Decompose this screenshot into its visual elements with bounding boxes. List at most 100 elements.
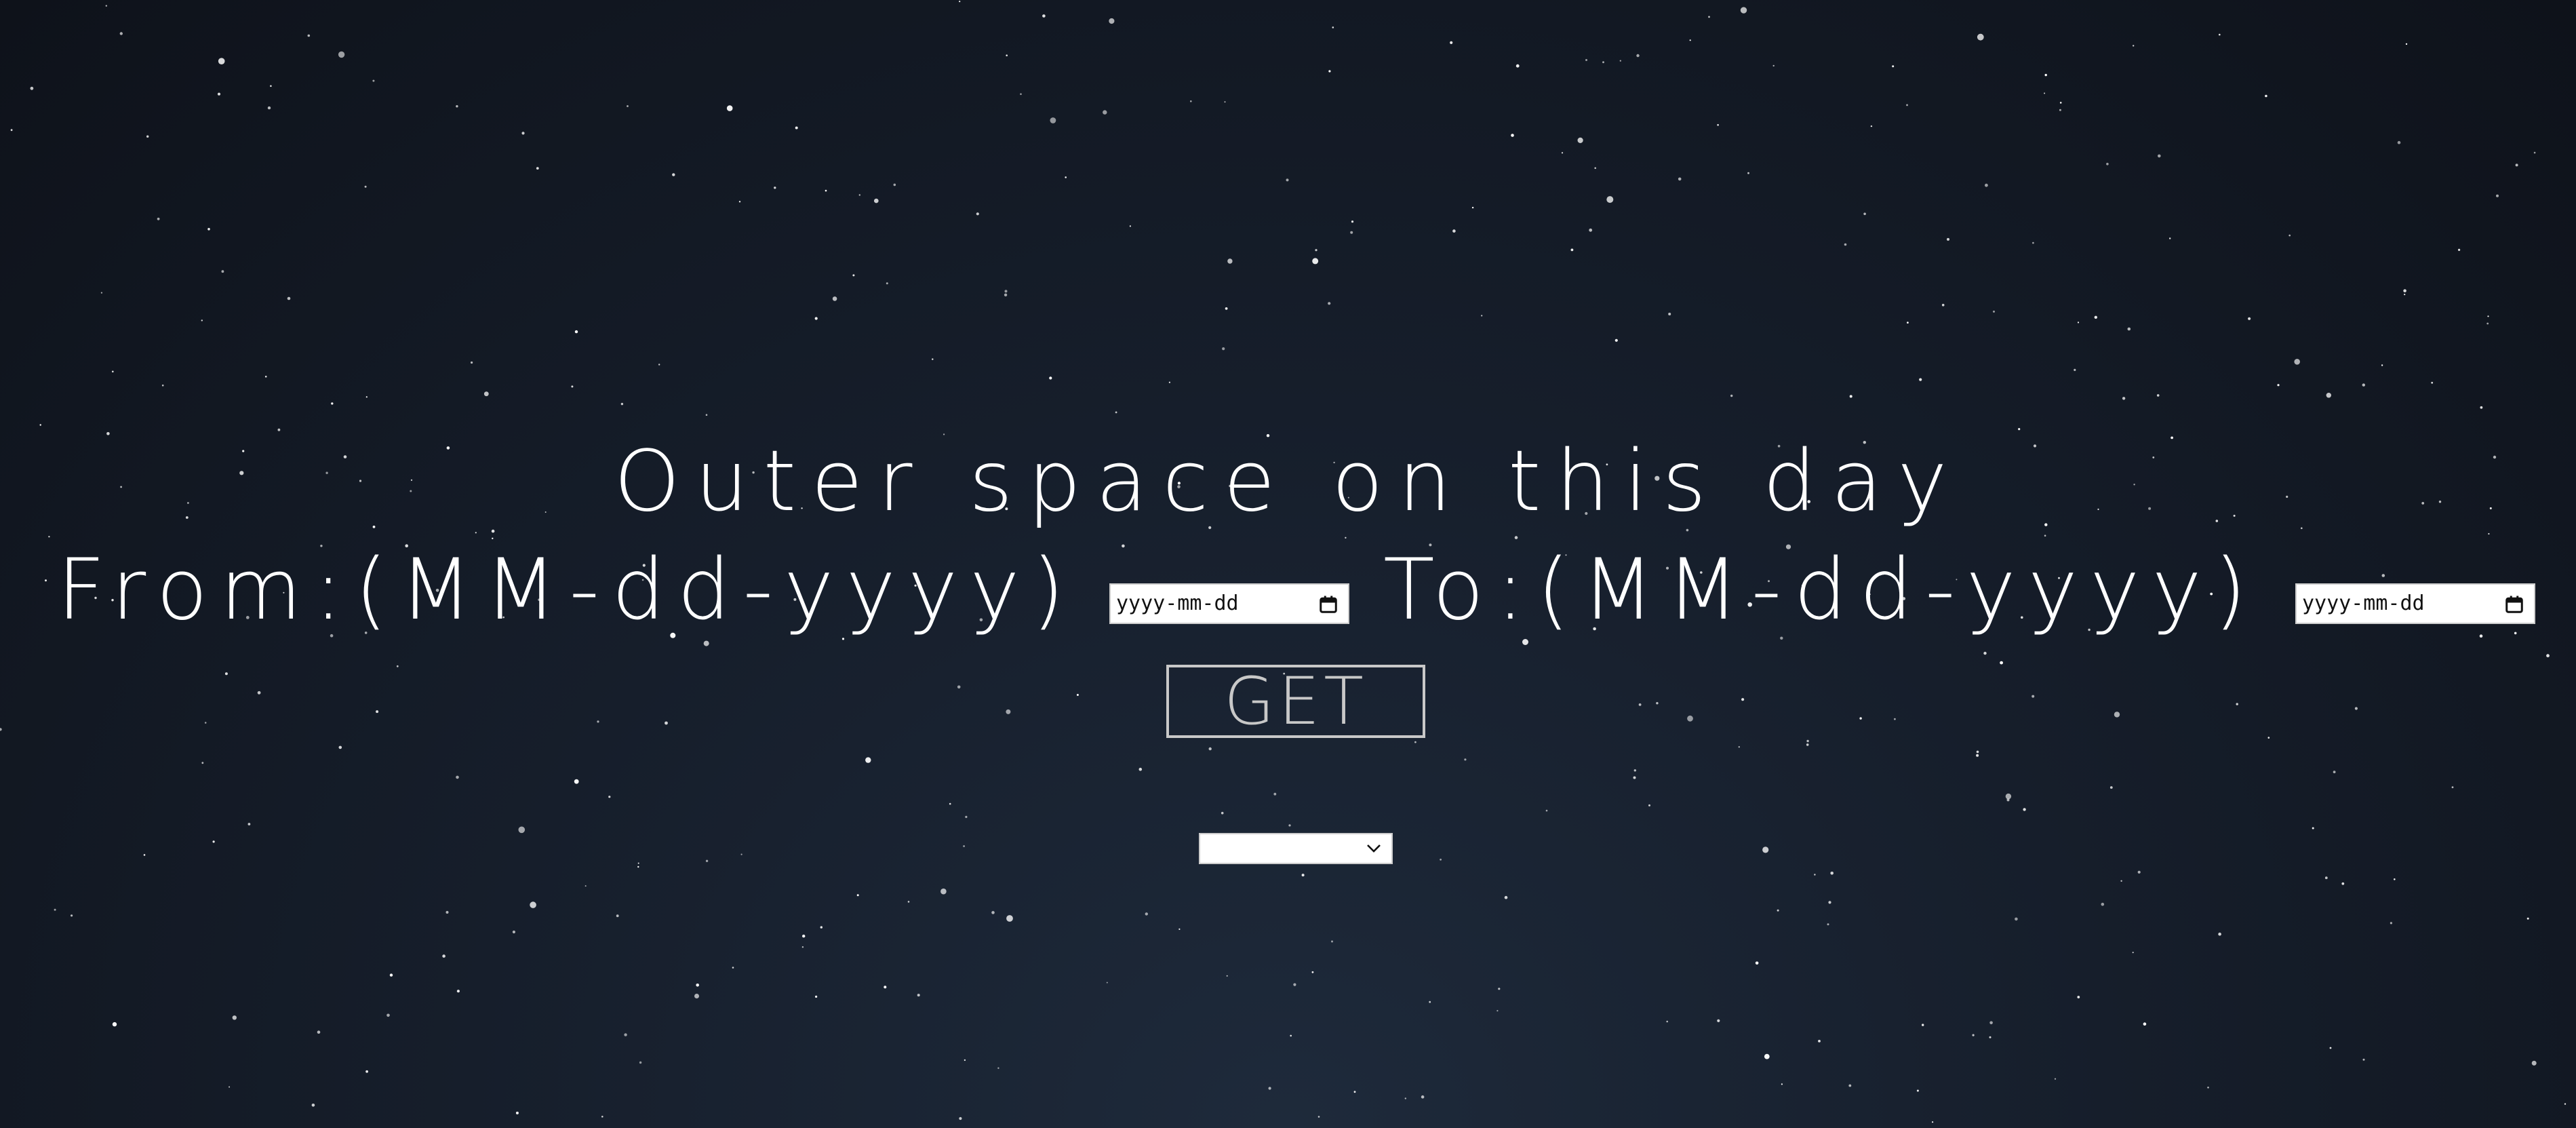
star <box>2059 109 2061 111</box>
star <box>376 710 379 714</box>
star <box>1504 895 1508 899</box>
star <box>1849 395 1852 398</box>
star <box>932 358 934 360</box>
star <box>201 762 204 764</box>
star <box>2362 1058 2365 1061</box>
star <box>1859 717 1862 720</box>
star <box>696 984 699 987</box>
star <box>2023 808 2026 811</box>
star <box>1894 718 1896 720</box>
star <box>2248 317 2251 320</box>
star <box>1717 1019 1720 1022</box>
star <box>1907 322 1909 324</box>
star <box>112 1022 117 1027</box>
star <box>2451 786 2454 788</box>
star <box>949 802 951 805</box>
calendar-icon[interactable] <box>1318 594 1339 615</box>
star <box>471 361 473 364</box>
star <box>2277 384 2280 387</box>
star <box>801 946 804 948</box>
star <box>1772 64 1775 67</box>
from-date-input[interactable]: yyyy-mm-dd <box>1109 583 1349 624</box>
star <box>146 135 149 138</box>
star <box>2404 294 2406 296</box>
star <box>1452 229 1456 233</box>
star <box>2546 654 2550 658</box>
star <box>1947 237 1949 241</box>
star <box>1311 971 1314 973</box>
star <box>1818 1040 1821 1043</box>
star <box>774 187 776 189</box>
star <box>2109 786 2113 789</box>
star <box>1006 54 1008 56</box>
star <box>865 757 871 763</box>
star <box>2156 394 2160 397</box>
star <box>1570 248 1574 252</box>
to-date-input[interactable]: yyyy-mm-dd <box>2295 583 2535 624</box>
star <box>2158 154 2161 158</box>
star <box>1863 212 1866 216</box>
star <box>705 859 709 863</box>
star <box>1985 183 1988 187</box>
star <box>1224 101 1226 103</box>
star <box>1636 54 1640 58</box>
star <box>2032 695 2035 698</box>
star <box>1004 290 1008 293</box>
get-button[interactable]: GET <box>1166 665 1425 738</box>
star <box>658 364 660 366</box>
star <box>1585 59 1587 61</box>
star <box>1109 18 1115 24</box>
star <box>1656 702 1659 705</box>
star <box>2515 163 2518 167</box>
star <box>530 901 536 908</box>
star <box>442 954 445 958</box>
star <box>1806 743 1809 746</box>
star <box>2074 368 2076 372</box>
star <box>161 384 164 387</box>
star <box>886 282 888 285</box>
star <box>456 105 458 108</box>
star <box>1312 258 1319 265</box>
star <box>2143 1022 2147 1026</box>
star <box>705 414 708 416</box>
star <box>1208 747 1212 751</box>
date-range-row: From:(MM-dd-yyyy) yyyy-mm-dd To:(MM-dd-y… <box>0 536 2576 644</box>
star <box>157 217 160 220</box>
result-select[interactable] <box>1199 833 1393 864</box>
star <box>512 930 516 934</box>
star <box>536 167 539 170</box>
star <box>740 853 742 855</box>
star <box>2480 406 2483 409</box>
star <box>389 973 393 977</box>
star <box>1619 60 1621 62</box>
star <box>2362 383 2365 387</box>
star <box>1976 750 1979 754</box>
star <box>597 720 599 723</box>
star <box>2527 917 2529 920</box>
star <box>331 402 334 405</box>
star <box>893 183 896 187</box>
star <box>571 385 574 388</box>
calendar-icon[interactable] <box>2504 594 2524 615</box>
star <box>1827 923 1829 926</box>
star <box>1781 1083 1783 1085</box>
star <box>732 967 734 969</box>
star <box>372 79 375 82</box>
star <box>311 1104 315 1107</box>
star <box>39 424 41 426</box>
star <box>1916 1089 1919 1092</box>
star <box>2015 917 2018 921</box>
star <box>1351 220 1354 223</box>
star <box>2132 952 2134 954</box>
star <box>884 986 887 989</box>
star <box>2044 73 2047 77</box>
star <box>1020 93 1022 95</box>
star <box>2496 194 2499 197</box>
star <box>224 672 228 676</box>
star <box>1006 709 1011 714</box>
star <box>365 396 368 398</box>
star <box>1286 178 1289 182</box>
star <box>2394 878 2396 880</box>
star <box>267 106 271 110</box>
star <box>71 914 73 917</box>
